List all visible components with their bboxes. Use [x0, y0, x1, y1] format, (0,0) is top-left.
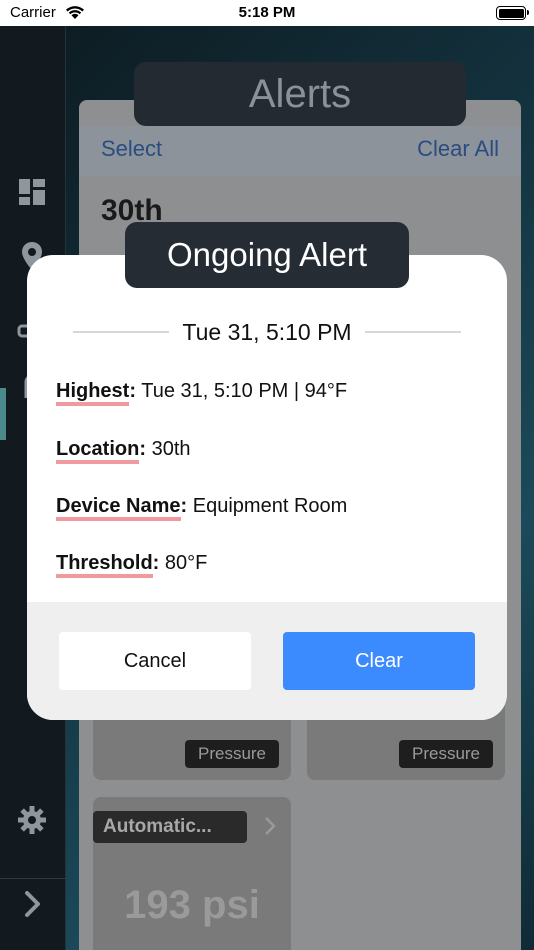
chevron-right-icon — [265, 817, 276, 835]
clear-button[interactable]: Clear — [283, 632, 475, 690]
cancel-button[interactable]: Cancel — [59, 632, 251, 690]
date-row: Tue 31, 5:10 PM — [27, 317, 507, 347]
field-value: 80°F — [164, 552, 208, 574]
gear-icon[interactable] — [16, 804, 48, 836]
field-value: Equipment Room — [192, 495, 348, 517]
page-title: Alerts — [134, 62, 466, 126]
divider-right — [365, 331, 461, 333]
chevron-right-icon[interactable] — [16, 888, 48, 920]
field-label: Device Name — [56, 495, 181, 521]
type-badge: Pressure — [185, 740, 279, 768]
field-label: Threshold — [56, 552, 153, 578]
modal-footer: Cancel Clear — [27, 602, 507, 720]
location-field: Location: 30th — [56, 438, 191, 464]
dashboard-icon[interactable] — [16, 176, 48, 208]
field-value: 30th — [151, 438, 191, 460]
alert-card[interactable]: Automatic... 193 psi — [93, 797, 291, 950]
type-badge: Pressure — [399, 740, 493, 768]
clear-all-button[interactable]: Clear All — [417, 136, 499, 162]
select-button[interactable]: Select — [101, 136, 162, 162]
battery-icon — [496, 6, 529, 20]
threshold-field: Threshold: 80°F — [56, 552, 208, 578]
clock: 5:18 PM — [238, 4, 296, 21]
active-nav-indicator — [0, 388, 6, 440]
highest-field: Highest: Tue 31, 5:10 PM | 94°F — [56, 380, 348, 406]
field-value: Tue 31, 5:10 PM | 94°F — [141, 380, 348, 402]
field-label: Highest — [56, 380, 130, 406]
modal-title: Ongoing Alert — [125, 222, 409, 288]
field-label: Location — [56, 438, 140, 464]
sidebar-divider — [0, 878, 66, 879]
ongoing-alert-modal: Tue 31, 5:10 PM Highest: Tue 31, 5:10 PM… — [27, 255, 507, 720]
reading-value: 193 psi — [124, 883, 260, 927]
device-name-field: Device Name: Equipment Room — [56, 495, 348, 521]
device-name-chip: Automatic... — [93, 811, 247, 843]
status-bar: Carrier 5:18 PM — [0, 0, 534, 26]
